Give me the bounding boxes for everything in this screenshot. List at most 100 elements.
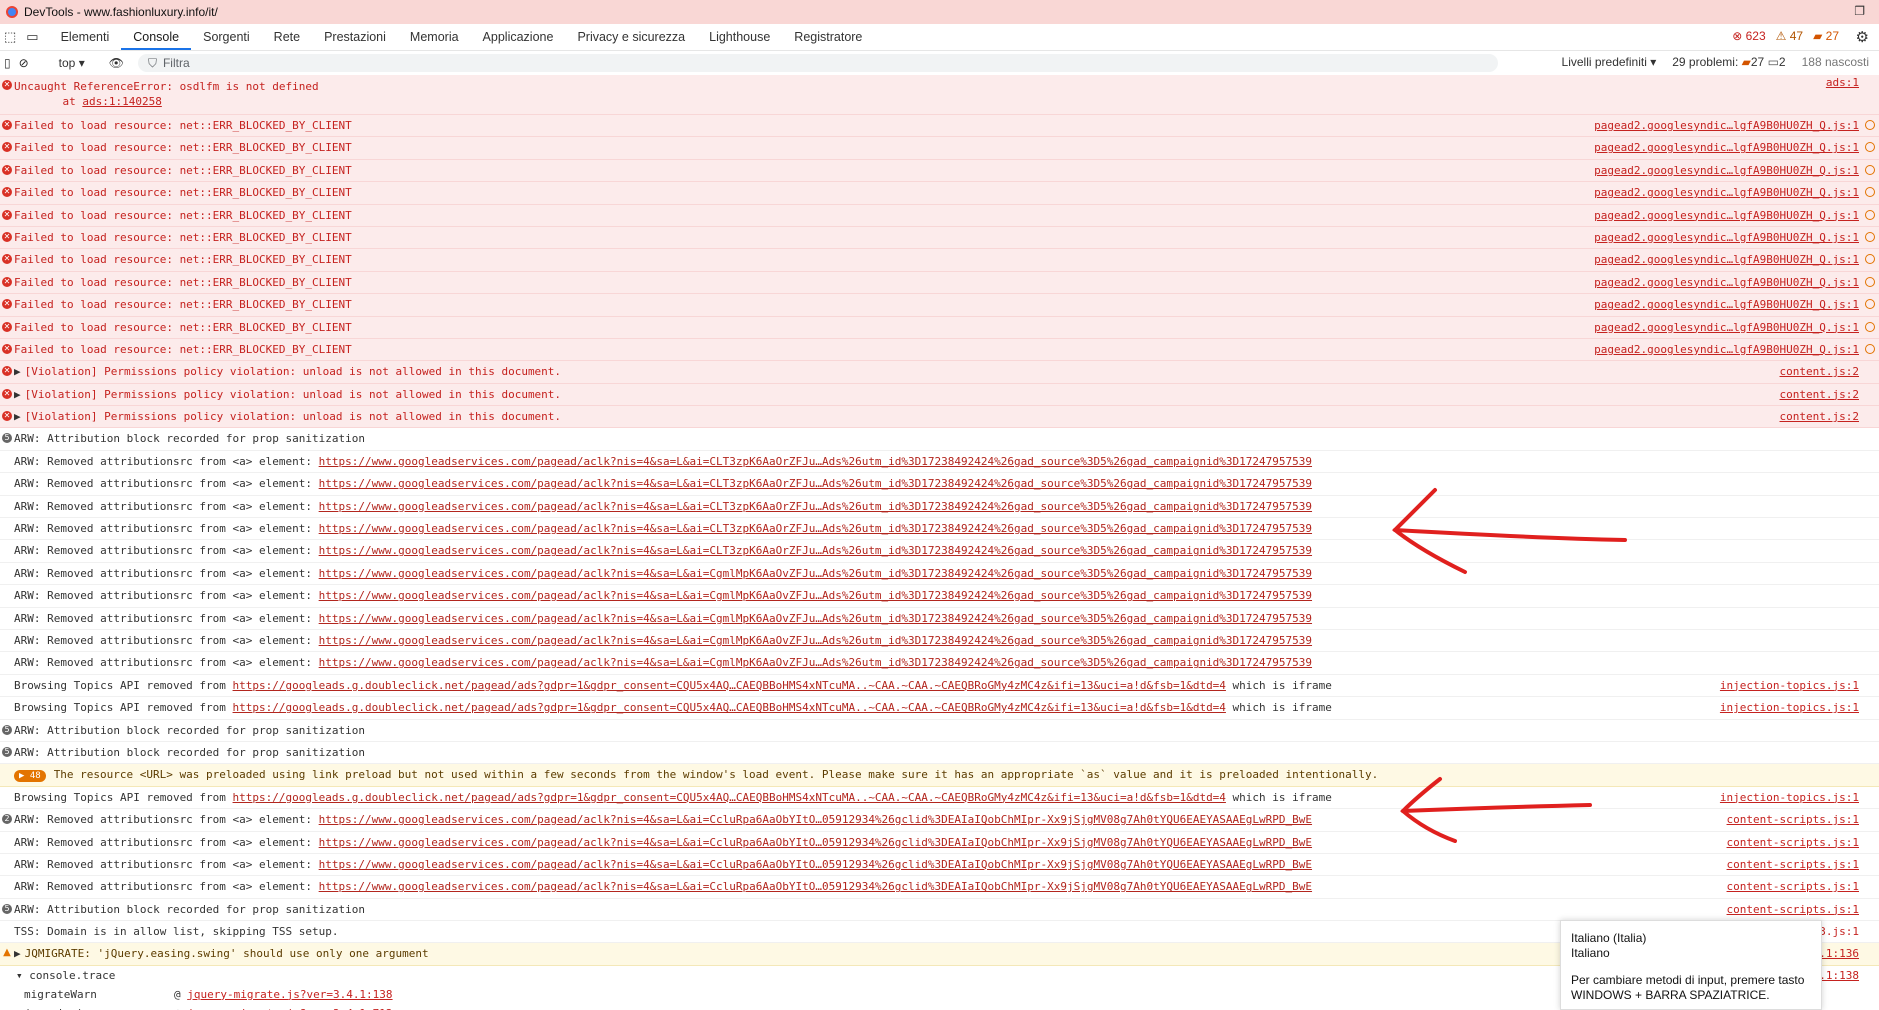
source-link[interactable]: pagead2.googlesyndic…lgfA9B0HU0ZH_Q.js:1 bbox=[1594, 115, 1859, 136]
message-link[interactable]: https://www.googleadservices.com/pagead/… bbox=[319, 567, 1312, 580]
source-link[interactable]: content-scripts.js:1 bbox=[1727, 832, 1859, 853]
console-message[interactable]: ▶ 48 The resource <URL> was preloaded usi… bbox=[0, 764, 1879, 787]
log-levels-dropdown[interactable]: Livelli predefiniti ▾ bbox=[1562, 55, 1657, 69]
source-link[interactable]: pagead2.googlesyndic…lgfA9B0HU0ZH_Q.js:1 bbox=[1594, 137, 1859, 158]
source-link[interactable]: content-scripts.js:1 bbox=[1727, 809, 1859, 830]
restore-window-icon[interactable]: ❐ bbox=[1854, 4, 1865, 18]
network-globe-icon[interactable] bbox=[1865, 343, 1875, 354]
source-link[interactable]: content-scripts.js:1 bbox=[1727, 876, 1859, 897]
console-message[interactable]: ✕ Failed to load resource: net::ERR_BLOCK… bbox=[0, 226, 1879, 250]
issue-counts[interactable]: ⊗ 623 ⚠ 47 ▰ 27 bbox=[1732, 29, 1839, 43]
source-link[interactable]: pagead2.googlesyndic…lgfA9B0HU0ZH_Q.js:1 bbox=[1594, 160, 1859, 181]
message-link[interactable]: https://www.googleadservices.com/pagead/… bbox=[319, 836, 1312, 849]
source-link[interactable]: injection-topics.js:1 bbox=[1720, 787, 1859, 808]
message-link[interactable]: https://www.googleadservices.com/pagead/… bbox=[319, 813, 1312, 826]
console-message[interactable]: ✕ ▶ [Violation] Permissions policy violati… bbox=[0, 361, 1879, 384]
tab-elementi[interactable]: Elementi bbox=[49, 24, 122, 50]
context-selector[interactable]: top ▾ bbox=[59, 56, 85, 70]
source-link[interactable]: pagead2.googlesyndic…lgfA9B0HU0ZH_Q.js:1 bbox=[1594, 317, 1859, 338]
device-toolbar-icon[interactable]: ▭ bbox=[26, 29, 38, 45]
console-message[interactable]: Browsing Topics API removed from https:/… bbox=[0, 787, 1879, 810]
expand-triangle-icon[interactable]: ▶ bbox=[14, 388, 21, 401]
console-message[interactable]: ✕ Failed to load resource: net::ERR_BLOCK… bbox=[0, 159, 1879, 183]
expand-triangle-icon[interactable]: ▶ bbox=[14, 410, 21, 423]
source-link[interactable]: injection-topics.js:1 bbox=[1720, 675, 1859, 696]
stack-link[interactable]: jquery-migrate.js?ver=3.4.1:138 bbox=[187, 988, 392, 1001]
expand-triangle-icon[interactable]: ▶ bbox=[14, 947, 21, 960]
tab-sorgenti[interactable]: Sorgenti bbox=[191, 24, 262, 50]
network-globe-icon[interactable] bbox=[1865, 164, 1875, 175]
tab-prestazioni[interactable]: Prestazioni bbox=[312, 24, 398, 50]
console-message[interactable]: ARW: Removed attributionsrc from <a> ele… bbox=[0, 854, 1879, 877]
gear-icon[interactable]: ⚙ bbox=[1856, 28, 1869, 46]
source-link[interactable]: pagead2.googlesyndic…lgfA9B0HU0ZH_Q.js:1 bbox=[1594, 227, 1859, 248]
tab-privacy-e-sicurezza[interactable]: Privacy e sicurezza bbox=[565, 24, 697, 50]
message-link[interactable]: https://googleads.g.doubleclick.net/page… bbox=[233, 701, 1226, 714]
network-globe-icon[interactable] bbox=[1865, 187, 1875, 198]
source-link[interactable]: pagead2.googlesyndic…lgfA9B0HU0ZH_Q.js:1 bbox=[1594, 339, 1859, 360]
warning-count[interactable]: ⚠ 47 bbox=[1776, 29, 1803, 43]
problems-summary[interactable]: 29 problemi: ▰27 ▭2 bbox=[1672, 55, 1785, 69]
source-link[interactable]: pagead2.googlesyndic…lgfA9B0HU0ZH_Q.js:1 bbox=[1594, 205, 1859, 226]
console-message[interactable]: ARW: Removed attributionsrc from <a> ele… bbox=[0, 585, 1879, 608]
message-link[interactable]: https://www.googleadservices.com/pagead/… bbox=[319, 544, 1312, 557]
tab-registratore[interactable]: Registratore bbox=[782, 24, 874, 50]
console-message[interactable]: ✕ Failed to load resource: net::ERR_BLOCK… bbox=[0, 316, 1879, 339]
console-message[interactable]: ✕ Failed to load resource: net::ERR_BLOCK… bbox=[0, 271, 1879, 295]
inspect-element-icon[interactable]: ⬚ bbox=[4, 29, 16, 45]
message-link[interactable]: https://www.googleadservices.com/pagead/… bbox=[319, 477, 1312, 490]
source-link[interactable]: pagead2.googlesyndic…lgfA9B0HU0ZH_Q.js:1 bbox=[1594, 182, 1859, 203]
eye-icon[interactable]: 👁 bbox=[109, 56, 124, 70]
tab-rete[interactable]: Rete bbox=[262, 24, 312, 50]
network-globe-icon[interactable] bbox=[1865, 142, 1875, 153]
message-link[interactable]: https://www.googleadservices.com/pagead/… bbox=[319, 634, 1312, 647]
console-message[interactable]: Browsing Topics API removed from https:/… bbox=[0, 675, 1879, 698]
source-link[interactable]: ads:1 bbox=[1826, 75, 1859, 90]
message-link[interactable]: https://googleads.g.doubleclick.net/page… bbox=[233, 791, 1226, 804]
tab-memoria[interactable]: Memoria bbox=[398, 24, 471, 50]
tab-applicazione[interactable]: Applicazione bbox=[471, 24, 566, 50]
console-message[interactable]: ✕ ▶ [Violation] Permissions policy violati… bbox=[0, 383, 1879, 407]
clear-console-icon[interactable]: ⊘ bbox=[19, 56, 29, 70]
console-message[interactable]: 2 ARW: Removed attributionsrc from <a> el… bbox=[0, 809, 1879, 832]
console-message[interactable]: ✕ Failed to load resource: net::ERR_BLOCK… bbox=[0, 204, 1879, 227]
source-link[interactable]: content-scripts.js:1 bbox=[1727, 854, 1859, 875]
console-message[interactable]: ✕ Failed to load resource: net::ERR_BLOCK… bbox=[0, 137, 1879, 160]
stack-link[interactable]: ads:1:140258 bbox=[82, 95, 161, 108]
message-link[interactable]: https://www.googleadservices.com/pagead/… bbox=[319, 500, 1312, 513]
filter-input[interactable]: ⛉ Filtra bbox=[137, 54, 1498, 72]
source-link[interactable]: content.js:2 bbox=[1780, 361, 1859, 382]
console-message[interactable]: ✕ Uncaught ReferenceError: osdlfm is not … bbox=[0, 75, 1879, 115]
network-globe-icon[interactable] bbox=[1865, 254, 1875, 265]
console-message[interactable]: ARW: Removed attributionsrc from <a> ele… bbox=[0, 652, 1879, 675]
source-link[interactable]: content.js:2 bbox=[1780, 406, 1859, 427]
message-link[interactable]: https://googleads.g.doubleclick.net/page… bbox=[233, 679, 1226, 692]
console-message[interactable]: ✕ Failed to load resource: net::ERR_BLOCK… bbox=[0, 294, 1879, 317]
sidebar-toggle-icon[interactable]: ▯ bbox=[4, 56, 11, 70]
console-message[interactable]: ✕ Failed to load resource: net::ERR_BLOCK… bbox=[0, 249, 1879, 272]
network-globe-icon[interactable] bbox=[1865, 299, 1875, 310]
message-link[interactable]: https://www.googleadservices.com/pagead/… bbox=[319, 589, 1312, 602]
network-globe-icon[interactable] bbox=[1865, 321, 1875, 332]
console-message[interactable]: ARW: Removed attributionsrc from <a> ele… bbox=[0, 630, 1879, 653]
network-globe-icon[interactable] bbox=[1865, 209, 1875, 220]
console-message[interactable]: ARW: Removed attributionsrc from <a> ele… bbox=[0, 608, 1879, 630]
console-message[interactable]: ✕ Failed to load resource: net::ERR_BLOCK… bbox=[0, 182, 1879, 205]
console-message[interactable]: ARW: Removed attributionsrc from <a> ele… bbox=[0, 876, 1879, 899]
message-link[interactable]: https://www.googleadservices.com/pagead/… bbox=[319, 858, 1312, 871]
error-count[interactable]: ⊗ 623 bbox=[1732, 29, 1765, 43]
source-link[interactable]: pagead2.googlesyndic…lgfA9B0HU0ZH_Q.js:1 bbox=[1594, 294, 1859, 315]
tab-console[interactable]: Console bbox=[121, 24, 192, 50]
message-link[interactable]: https://www.googleadservices.com/pagead/… bbox=[319, 522, 1312, 535]
console-message[interactable]: ✕ Failed to load resource: net::ERR_BLOCK… bbox=[0, 338, 1879, 362]
console-message[interactable]: 5 ARW: Attribution block recorded for pro… bbox=[0, 899, 1879, 922]
console-message[interactable]: 5 ARW: Attribution block recorded for pro… bbox=[0, 742, 1879, 765]
tab-lighthouse[interactable]: Lighthouse bbox=[697, 24, 782, 50]
network-globe-icon[interactable] bbox=[1865, 231, 1875, 242]
message-link[interactable]: https://www.googleadservices.com/pagead/… bbox=[319, 612, 1312, 625]
console-message[interactable]: ✕ ▶ [Violation] Permissions policy violati… bbox=[0, 406, 1879, 429]
source-link[interactable]: injection-topics.js:1 bbox=[1720, 697, 1859, 718]
source-link[interactable]: content-scripts.js:1 bbox=[1727, 899, 1859, 920]
network-globe-icon[interactable] bbox=[1865, 276, 1875, 287]
expand-triangle-icon[interactable]: ▶ bbox=[14, 365, 21, 378]
